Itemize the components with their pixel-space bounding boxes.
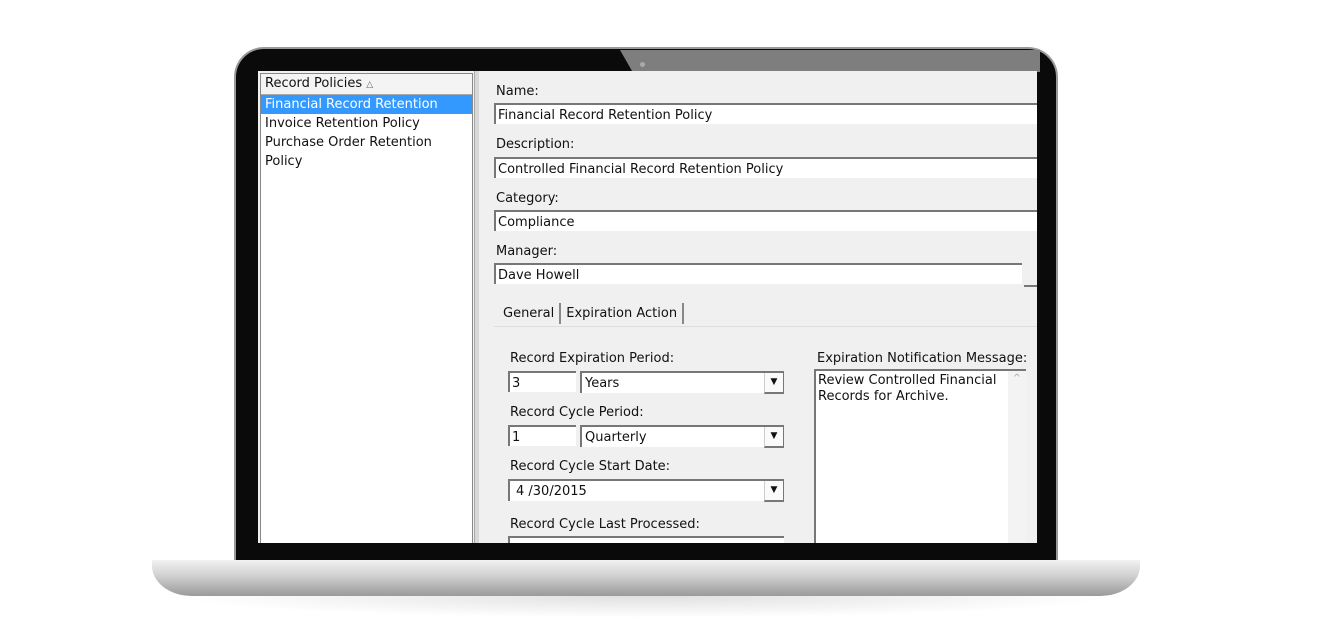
scroll-up-icon[interactable]: ^ — [1013, 373, 1021, 384]
cycle-unit-dropdown[interactable]: Quarterly ▼ — [580, 425, 784, 448]
bezel-reflection — [620, 50, 1040, 72]
tab-bar: General Expiration Action — [498, 303, 685, 324]
cycle-period-label: Record Cycle Period: — [510, 405, 644, 420]
app-screen: Record Policies △ Financial Record Reten… — [258, 71, 1037, 543]
expiration-period-input[interactable]: 3 — [508, 371, 576, 392]
cycle-start-value: 4 /30/2015 — [516, 484, 587, 499]
list-item[interactable]: Invoice Retention Policy — [261, 114, 472, 133]
description-label: Description: — [496, 137, 575, 152]
cycle-period-input[interactable]: 1 — [508, 425, 576, 446]
tab-general[interactable]: General — [498, 303, 562, 324]
expiration-period-label: Record Expiration Period: — [510, 351, 675, 366]
notification-textarea[interactable]: Review Controlled Financial Records for … — [814, 369, 1026, 543]
last-processed-input[interactable] — [508, 536, 784, 543]
laptop-base — [152, 560, 1140, 596]
manager-browse-button[interactable] — [1024, 263, 1037, 287]
category-label: Category: — [496, 191, 559, 206]
manager-input[interactable]: Dave Howell — [494, 263, 1022, 284]
camera-icon — [640, 62, 645, 67]
chevron-down-icon[interactable]: ▼ — [764, 481, 784, 502]
cycle-unit-value: Quarterly — [585, 430, 647, 445]
sort-triangle-icon: △ — [366, 80, 374, 90]
expiration-unit-value: Years — [585, 376, 620, 391]
column-header-label: Record Policies — [265, 76, 363, 91]
tab-panel-border — [494, 326, 1037, 327]
category-input[interactable]: Compliance — [494, 210, 1037, 231]
description-input[interactable]: Controlled Financial Record Retention Po… — [494, 157, 1037, 178]
cycle-start-label: Record Cycle Start Date: — [510, 459, 671, 474]
last-processed-label: Record Cycle Last Processed: — [510, 517, 700, 532]
list-item[interactable]: Financial Record Retention Policy — [261, 95, 472, 131]
cycle-start-date-picker[interactable]: 4 /30/2015 ▼ — [508, 479, 784, 502]
chevron-down-icon[interactable]: ▼ — [764, 373, 784, 394]
tab-expiration-action[interactable]: Expiration Action — [561, 303, 685, 324]
list-item[interactable]: Purchase Order Retention Policy — [261, 133, 472, 169]
expiration-unit-dropdown[interactable]: Years ▼ — [580, 371, 784, 394]
textarea-scrollbar[interactable]: ^ — [1008, 371, 1026, 543]
policy-list[interactable]: Record Policies △ Financial Record Reten… — [260, 73, 473, 543]
name-input[interactable]: Financial Record Retention Policy — [494, 103, 1037, 124]
notification-label: Expiration Notification Message: — [817, 351, 1028, 366]
list-column-header[interactable]: Record Policies △ — [261, 74, 472, 95]
manager-label: Manager: — [496, 244, 558, 259]
notification-text: Review Controlled Financial Records for … — [818, 373, 997, 404]
laptop-shadow — [170, 596, 1120, 618]
splitter[interactable] — [474, 71, 479, 543]
name-label: Name: — [496, 84, 539, 99]
chevron-down-icon[interactable]: ▼ — [764, 427, 784, 448]
